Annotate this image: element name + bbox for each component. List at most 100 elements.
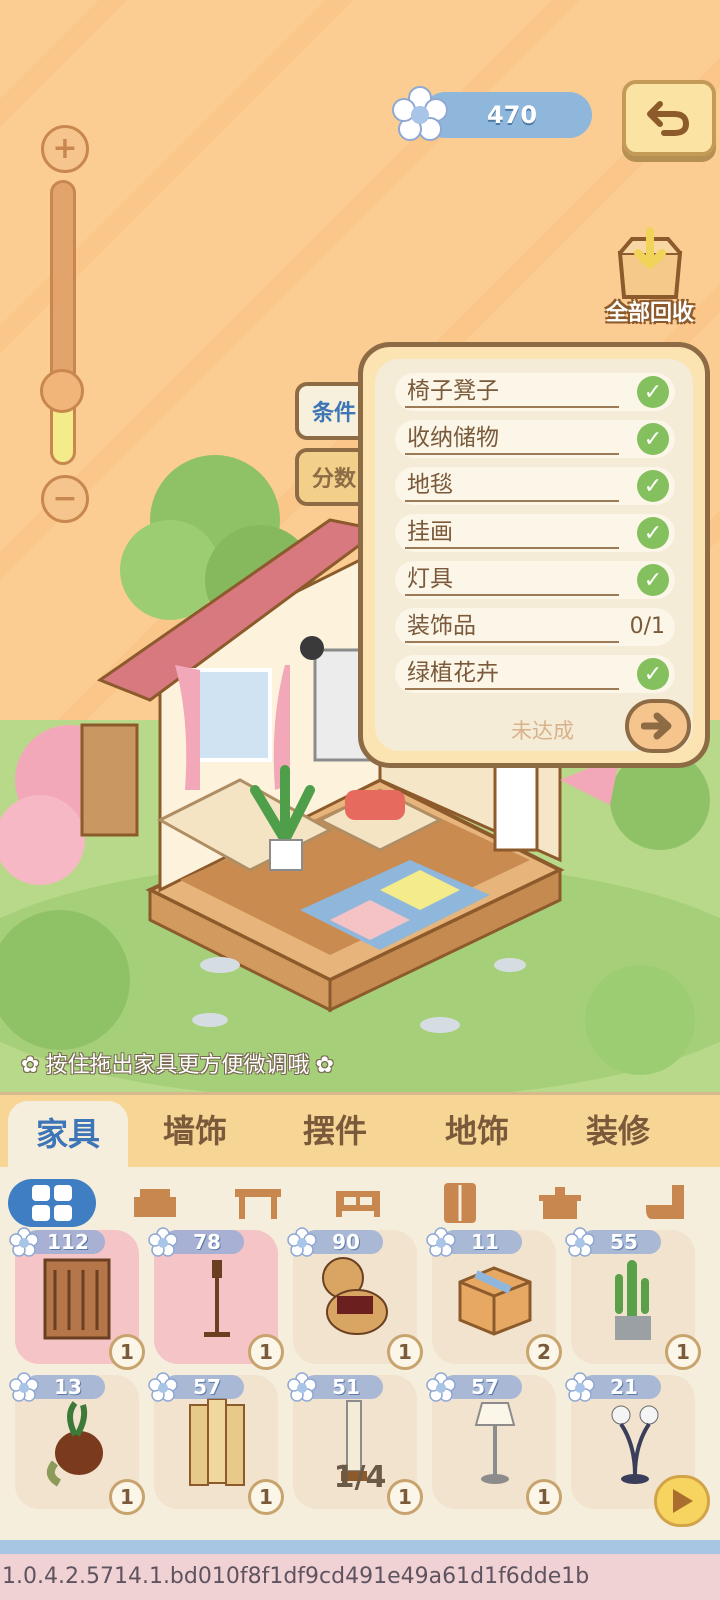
tab-ornaments[interactable]: 摆件 [275, 1095, 395, 1167]
arrow-right-icon [641, 712, 672, 740]
condition-progress: 0/1 [629, 614, 665, 639]
condition-row: 装饰品 0/1 [395, 608, 675, 646]
condition-underline [405, 688, 619, 690]
version-string: 1.0.4.2.5714.1.bd010f8f1df9cd491e49a61d1… [0, 1554, 720, 1600]
stove-icon[interactable] [530, 1179, 590, 1227]
zoom-slider-track[interactable] [50, 180, 76, 465]
condition-label: 绿植花卉 [407, 660, 499, 686]
recycle-all-button[interactable]: 全部回收 [590, 225, 710, 330]
checkmark-icon: ✓ [637, 564, 669, 596]
undo-arrow-icon [647, 101, 690, 136]
item-quantity: 1 [387, 1334, 423, 1370]
conditions-panel: 椅子凳子 ✓ 收纳储物 ✓ 地毯 ✓ 挂画 ✓ 灯具 ✓ 装饰品 0/1 绿植花卉 ✓ 未达成 [358, 342, 710, 768]
table-icon[interactable] [228, 1179, 288, 1227]
price-value: 78 [193, 1230, 221, 1254]
status-text: 未达成 [511, 719, 574, 743]
item-price: 57 [426, 1372, 536, 1402]
condition-underline [405, 641, 619, 643]
item-quantity: 2 [526, 1334, 562, 1370]
toilet-icon[interactable] [634, 1179, 694, 1227]
item-card-screen[interactable]: 112 1 [9, 1227, 145, 1370]
flower-icon [392, 86, 448, 141]
condition-underline [405, 500, 619, 502]
price-value: 57 [193, 1375, 221, 1399]
item-quantity: 1 [109, 1479, 145, 1515]
go-button[interactable] [625, 699, 691, 753]
item-price: 112 [9, 1227, 119, 1257]
item-card-standing-lamp[interactable]: 57 1 [426, 1372, 562, 1515]
back-button[interactable] [622, 80, 716, 156]
bed-icon[interactable] [328, 1179, 388, 1227]
hint-banner: ✿ 按住拖出家具更方便微调哦 ✿ [15, 1046, 395, 1086]
flower-small-icon: ✿ [21, 1053, 40, 1078]
condition-label: 灯具 [407, 566, 453, 592]
wardrobe-icon[interactable] [430, 1179, 490, 1227]
item-price: 11 [426, 1227, 536, 1257]
item-price: 90 [287, 1227, 397, 1257]
item-card-folding-screen[interactable]: 57 1 [148, 1372, 284, 1515]
item-quantity: 1 [665, 1334, 701, 1370]
item-card-floor-lamp[interactable]: 78 1 [148, 1227, 284, 1370]
price-value: 57 [471, 1375, 499, 1399]
condition-label: 装饰品 [407, 613, 476, 639]
item-price: 51 [287, 1372, 397, 1402]
sofa-icon[interactable] [125, 1179, 185, 1227]
item-card-cardboard-box[interactable]: 11 2 [426, 1227, 562, 1370]
condition-row: 收纳储物 ✓ [395, 420, 675, 458]
condition-row: 绿植花卉 ✓ [395, 655, 675, 693]
flower-small-icon: ✿ [315, 1053, 334, 1078]
checkmark-icon: ✓ [637, 517, 669, 549]
item-price: 55 [565, 1227, 675, 1257]
item-price: 57 [148, 1372, 258, 1402]
price-value: 21 [610, 1375, 638, 1399]
all-icon[interactable] [8, 1179, 96, 1227]
condition-label: 挂画 [407, 519, 453, 545]
subcategory-row [0, 1175, 720, 1231]
condition-underline [405, 453, 619, 455]
box-arrow-icon [617, 227, 683, 299]
play-arrow-icon [673, 1489, 693, 1513]
item-quantity: 1 [248, 1479, 284, 1515]
checkmark-icon: ✓ [637, 658, 669, 690]
condition-underline [405, 594, 619, 596]
currency-amount: 470 [486, 101, 538, 129]
zoom-slider-handle[interactable] [40, 368, 84, 413]
condition-row: 挂画 ✓ [395, 514, 675, 552]
condition-label: 地毯 [407, 472, 453, 498]
item-card-cactus[interactable]: 55 1 [565, 1227, 701, 1370]
recycle-all-label: 全部回收 [605, 301, 694, 326]
condition-row: 地毯 ✓ [395, 467, 675, 505]
next-page-button[interactable] [654, 1475, 710, 1527]
price-value: 51 [332, 1375, 360, 1399]
tab-renovation[interactable]: 装修 [558, 1095, 678, 1167]
condition-label: 椅子凳子 [407, 378, 499, 404]
checkmark-icon: ✓ [637, 470, 669, 502]
item-quantity: 1 [248, 1334, 284, 1370]
tab-floor-decor[interactable]: 地饰 [417, 1095, 537, 1167]
tab-furniture[interactable]: 家具 [8, 1101, 128, 1167]
tab-wall-decor[interactable]: 墙饰 [135, 1095, 255, 1167]
item-card-teddy-bear[interactable]: 90 1 [287, 1227, 423, 1370]
currency-display: 470 [392, 86, 592, 141]
page-indicator: 1/4 [333, 1460, 387, 1495]
item-price: 21 [565, 1372, 675, 1402]
item-price: 13 [9, 1372, 119, 1402]
divider-bar [0, 1540, 720, 1554]
condition-underline [405, 406, 619, 408]
item-quantity: 1 [526, 1479, 562, 1515]
price-value: 55 [610, 1230, 638, 1254]
item-price: 78 [148, 1227, 258, 1257]
category-tabs: 家具 墙饰 摆件 地饰 装修 [0, 1095, 720, 1167]
price-value: 112 [47, 1230, 89, 1254]
hint-text: 按住拖出家具更方便微调哦 [45, 1053, 310, 1078]
price-value: 13 [54, 1375, 82, 1399]
condition-row: 椅子凳子 ✓ [395, 373, 675, 411]
condition-label: 收纳储物 [407, 425, 499, 451]
price-value: 11 [471, 1230, 499, 1254]
zoom-out-button[interactable]: − [41, 475, 89, 523]
zoom-in-button[interactable]: + [41, 125, 89, 173]
condition-underline [405, 547, 619, 549]
item-quantity: 1 [109, 1334, 145, 1370]
item-card-potted-plant[interactable]: 13 1 [9, 1372, 145, 1515]
checkmark-icon: ✓ [637, 423, 669, 455]
